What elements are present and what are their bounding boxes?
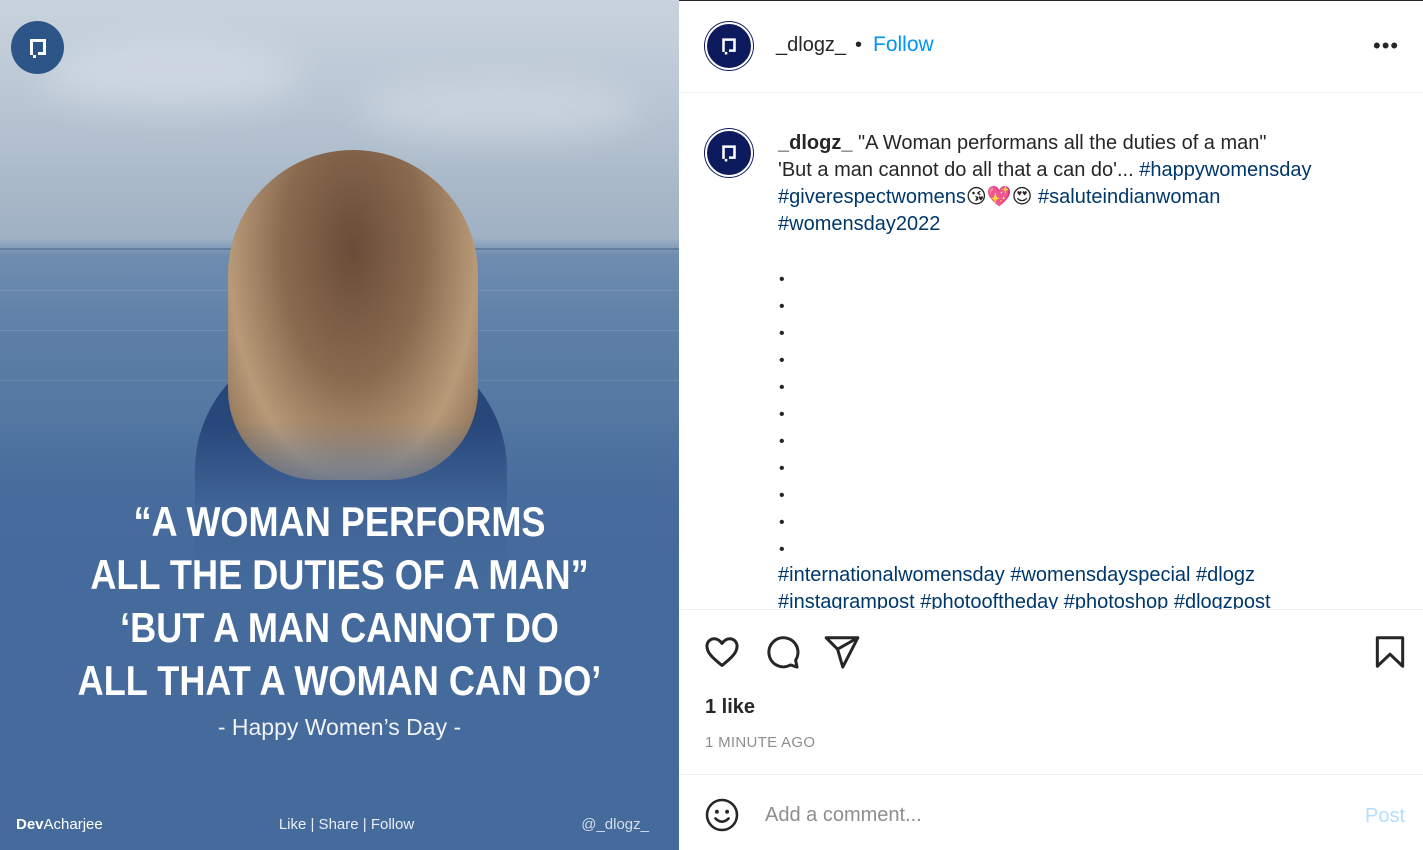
action-bar	[679, 611, 1423, 691]
bullet-item	[778, 481, 1378, 508]
caption-scroll-area[interactable]: _dlogz_ "A Woman performans all the duti…	[679, 94, 1423, 610]
quote-line: ALL THE DUTIES OF A MAN”	[90, 551, 589, 598]
more-icon[interactable]: •••	[1373, 33, 1399, 59]
caption-line: "A Woman performans all the duties of a …	[852, 132, 1267, 154]
cloud	[40, 40, 300, 110]
image-footer-actions: Like | Share | Follow	[278, 816, 415, 833]
bullet-item	[778, 535, 1378, 562]
comment-icon[interactable]	[763, 633, 801, 671]
bullet-item	[778, 373, 1378, 400]
caption: _dlogz_ "A Woman performans all the duti…	[778, 130, 1378, 609]
follow-button[interactable]: Follow	[873, 33, 934, 57]
comment-input[interactable]	[765, 797, 1325, 833]
caption-line: 'But a man cannot do all that a can do'.…	[778, 159, 1140, 181]
image-subtitle: - Happy Women’s Day -	[217, 714, 462, 740]
quote-line: ALL THAT A WOMAN CAN DO’	[77, 657, 602, 704]
cloud	[360, 80, 640, 140]
hashtag-links[interactable]: #internationalwomensday #womensdayspecia…	[778, 564, 1255, 586]
bullet-item	[778, 427, 1378, 454]
bullet-item	[778, 508, 1378, 535]
post-header: _dlogz_ • Follow •••	[679, 1, 1423, 93]
emoji-icon[interactable]	[704, 797, 740, 833]
hashtag-link[interactable]: #womensday2022	[778, 213, 940, 235]
post-image[interactable]: “A WOMAN PERFORMS ALL THE DUTIES OF A MA…	[0, 0, 679, 850]
bullet-item	[778, 319, 1378, 346]
quote-text: “A WOMAN PERFORMS ALL THE DUTIES OF A MA…	[48, 495, 632, 707]
caption-emojis: 😘💖😍	[965, 186, 1033, 208]
hashtag-links[interactable]: #instagrampost #photooftheday #photoshop…	[778, 591, 1271, 609]
share-icon[interactable]	[823, 633, 861, 671]
hashtag-link[interactable]: #saluteindianwoman	[1038, 186, 1220, 208]
post-button[interactable]: Post	[1365, 805, 1405, 828]
quote-line: “A WOMAN PERFORMS	[133, 498, 546, 545]
post-side-panel: _dlogz_ • Follow ••• _dlogz_ "A Woman pe…	[679, 0, 1423, 850]
logo-icon	[722, 38, 736, 55]
image-footer-handle: @_dlogz_	[581, 816, 649, 833]
bullet-item	[778, 400, 1378, 427]
bullet-item	[778, 346, 1378, 373]
bullet-item	[778, 265, 1378, 292]
comment-bar: Post	[679, 774, 1423, 850]
heart-icon[interactable]	[703, 633, 741, 671]
logo-icon	[11, 21, 64, 74]
hashtag-link[interactable]: #happywomensday	[1139, 159, 1311, 181]
dot-separator: •	[855, 34, 863, 56]
header-username[interactable]: _dlogz_	[776, 34, 846, 57]
avatar[interactable]	[705, 22, 753, 70]
bullet-item	[778, 292, 1378, 319]
bullet-item	[778, 454, 1378, 481]
logo-icon	[722, 145, 736, 162]
avatar[interactable]	[705, 129, 753, 177]
post-timestamp[interactable]: 1 MINUTE AGO	[705, 734, 815, 751]
like-count[interactable]: 1 like	[705, 696, 755, 719]
caption-username[interactable]: _dlogz_	[778, 132, 852, 154]
bullet-list	[778, 265, 1378, 562]
hashtag-link[interactable]: #giverespectwomens	[778, 186, 966, 208]
quote-line: ‘BUT A MAN CANNOT DO	[120, 604, 559, 651]
bookmark-icon[interactable]	[1371, 633, 1409, 671]
